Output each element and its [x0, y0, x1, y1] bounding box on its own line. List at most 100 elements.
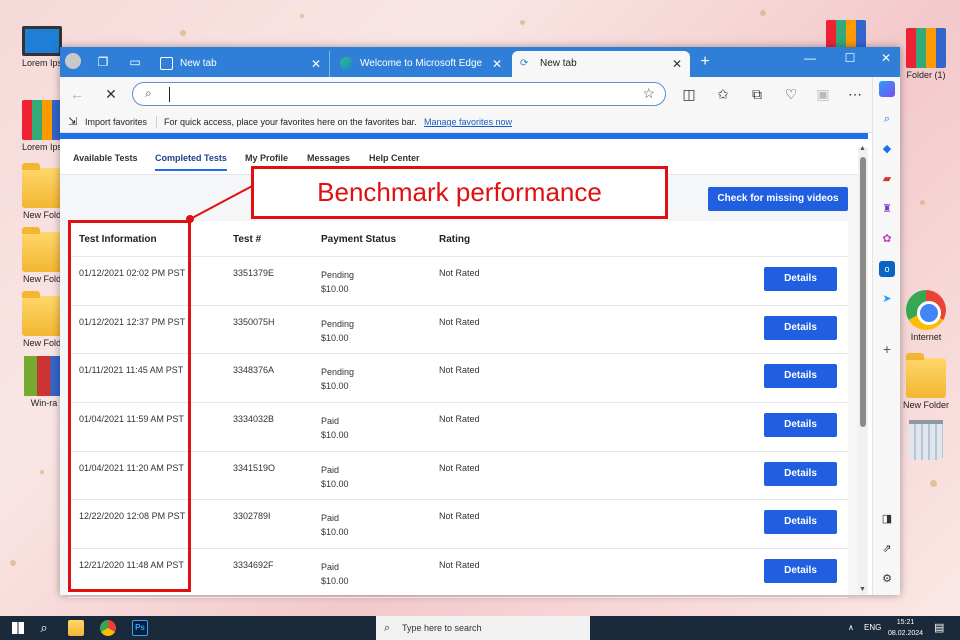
- address-bar[interactable]: ⌕ ☆: [132, 82, 666, 106]
- tab-my-profile[interactable]: My Profile: [245, 153, 288, 163]
- tab-completed-tests[interactable]: Completed Tests: [155, 153, 227, 171]
- task-search-icon[interactable]: ⌕: [36, 620, 52, 636]
- import-favorites-button[interactable]: Import favorites: [85, 111, 147, 133]
- annotation-connector-dot: [186, 215, 194, 223]
- payment-status: Paid: [321, 416, 340, 427]
- outlook-icon[interactable]: o: [879, 261, 895, 277]
- import-favorites-icon[interactable]: ⇲: [68, 111, 77, 133]
- payment-status-cell: Paid $10.00: [321, 560, 349, 588]
- profile-icon[interactable]: [64, 53, 82, 71]
- collections-icon[interactable]: ⧉: [748, 85, 766, 103]
- add-sidebar-app-icon[interactable]: +: [879, 341, 895, 357]
- tab-messages[interactable]: Messages: [307, 153, 350, 163]
- taskbar-search-box[interactable]: ⌕ Type here to search: [376, 616, 590, 640]
- payment-status: Pending: [321, 270, 355, 280]
- winrar-icon: [24, 356, 64, 396]
- more-menu-icon[interactable]: ⋯: [846, 85, 864, 103]
- copilot-icon[interactable]: [879, 81, 895, 97]
- details-button[interactable]: Details: [764, 413, 837, 438]
- desktop-icon-new-folder-right[interactable]: New Folder: [896, 353, 956, 410]
- clock[interactable]: 15:21 08.02.2024: [888, 617, 923, 639]
- scroll-down-arrow[interactable]: ▼: [859, 586, 866, 593]
- minimize-button[interactable]: —: [790, 47, 830, 71]
- hide-sidebar-icon[interactable]: ◨: [879, 511, 895, 527]
- details-button[interactable]: Details: [764, 461, 837, 486]
- favorites-icon[interactable]: ✩: [714, 85, 732, 103]
- extension-icon[interactable]: ▣: [814, 85, 832, 103]
- details-button[interactable]: Details: [764, 315, 837, 340]
- tray-chevron-icon[interactable]: ∧: [848, 616, 854, 640]
- back-icon[interactable]: ←: [68, 85, 86, 103]
- details-button[interactable]: Details: [764, 364, 837, 389]
- payment-amount: $10.00: [321, 478, 349, 489]
- browser-essentials-icon[interactable]: ♡: [782, 85, 800, 103]
- check-missing-videos-button[interactable]: Check for missing videos: [708, 187, 848, 211]
- tab-title: New tab: [180, 58, 217, 69]
- notifications-icon[interactable]: ▤: [934, 616, 944, 640]
- payment-status: Pending: [321, 367, 355, 378]
- close-tab-icon[interactable]: ✕: [492, 51, 502, 77]
- split-screen-icon[interactable]: ◫: [680, 85, 698, 103]
- tab-bar: ❐ ▭ New tab ✕ Welcome to Microsoft Edge …: [60, 47, 900, 77]
- desktop-icon-recycle-bin[interactable]: [896, 420, 956, 462]
- desktop-icon-internet[interactable]: Internet: [896, 290, 956, 342]
- edge-sidebar: ⌕ ◆ ▰ ♜ ✿ o ➤ + ◨ ⇗ ⚙: [872, 77, 900, 595]
- microsoft-365-icon[interactable]: ✿: [879, 231, 895, 247]
- tab-available-tests[interactable]: Available Tests: [73, 153, 138, 163]
- sidebar-search-icon[interactable]: ⌕: [879, 111, 895, 127]
- desktop-icon-label: Internet: [910, 332, 942, 342]
- monitor-icon: [22, 26, 62, 56]
- language-indicator[interactable]: ENG: [864, 616, 881, 640]
- payment-amount: $10.00: [321, 430, 349, 441]
- close-tab-icon[interactable]: ✕: [672, 51, 682, 77]
- drop-icon[interactable]: ➤: [879, 291, 895, 307]
- recycle-bin-icon: [909, 420, 943, 460]
- workspaces-icon[interactable]: ❐: [94, 53, 112, 71]
- text-caret: [169, 87, 170, 102]
- page-scrollbar[interactable]: ▲ ▼: [858, 145, 868, 595]
- payment-status: Paid: [321, 464, 340, 475]
- clock-time: 15:21: [896, 619, 915, 626]
- taskbar: ⌕ Ps ⌕ Type here to search ∧ ENG 15:21 0…: [0, 616, 960, 640]
- tools-icon[interactable]: ▰: [879, 171, 895, 187]
- test-number: 3334032B: [233, 414, 275, 425]
- manage-favorites-link[interactable]: Manage favorites now: [424, 111, 512, 133]
- desktop-icon-label: New Folder: [902, 400, 949, 410]
- favorite-star-icon[interactable]: ☆: [642, 85, 655, 102]
- file-explorer-icon[interactable]: [68, 620, 84, 636]
- scroll-up-arrow[interactable]: ▲: [859, 145, 866, 152]
- test-number: 3334692F: [233, 560, 274, 571]
- maximize-button[interactable]: ☐: [830, 47, 870, 71]
- games-icon[interactable]: ♜: [879, 201, 895, 217]
- tab-help-center[interactable]: Help Center: [369, 153, 420, 163]
- tab-actions-icon[interactable]: ▭: [126, 53, 144, 71]
- new-tab-button[interactable]: +: [696, 53, 714, 71]
- binders-icon: [22, 100, 62, 140]
- details-button[interactable]: Details: [764, 267, 837, 291]
- payment-amount: $10.00: [321, 576, 349, 587]
- sidebar-settings-icon[interactable]: ⚙: [879, 571, 895, 587]
- payment-status-cell: Paid $10.00: [321, 414, 349, 442]
- photoshop-icon[interactable]: Ps: [132, 620, 148, 636]
- rating: Not Rated: [439, 511, 480, 522]
- details-button[interactable]: Details: [764, 510, 837, 535]
- details-button[interactable]: Details: [764, 559, 837, 584]
- tab-welcome-edge[interactable]: Welcome to Microsoft Edge ✕: [332, 51, 510, 77]
- open-external-icon[interactable]: ⇗: [879, 541, 895, 557]
- header-payment-status: Payment Status: [321, 234, 397, 245]
- start-button-icon[interactable]: [12, 622, 24, 634]
- folder-icon: [22, 227, 62, 272]
- stop-loading-icon[interactable]: ✕: [102, 85, 120, 103]
- scrollbar-thumb[interactable]: [860, 157, 866, 427]
- edge-icon: [340, 57, 353, 70]
- folder-icon: [22, 291, 62, 336]
- folder-icon: [906, 353, 946, 398]
- close-window-button[interactable]: ✕: [866, 47, 906, 71]
- close-tab-icon[interactable]: ✕: [311, 51, 321, 77]
- test-number: 3348376A: [233, 365, 275, 376]
- payment-amount: $10.00: [321, 332, 349, 343]
- shopping-tag-icon[interactable]: ◆: [879, 141, 895, 157]
- tab-new-tab-active[interactable]: ⟳ New tab ✕: [512, 51, 690, 77]
- tab-new-tab-1[interactable]: New tab ✕: [152, 51, 330, 77]
- chrome-taskbar-icon[interactable]: [100, 620, 116, 636]
